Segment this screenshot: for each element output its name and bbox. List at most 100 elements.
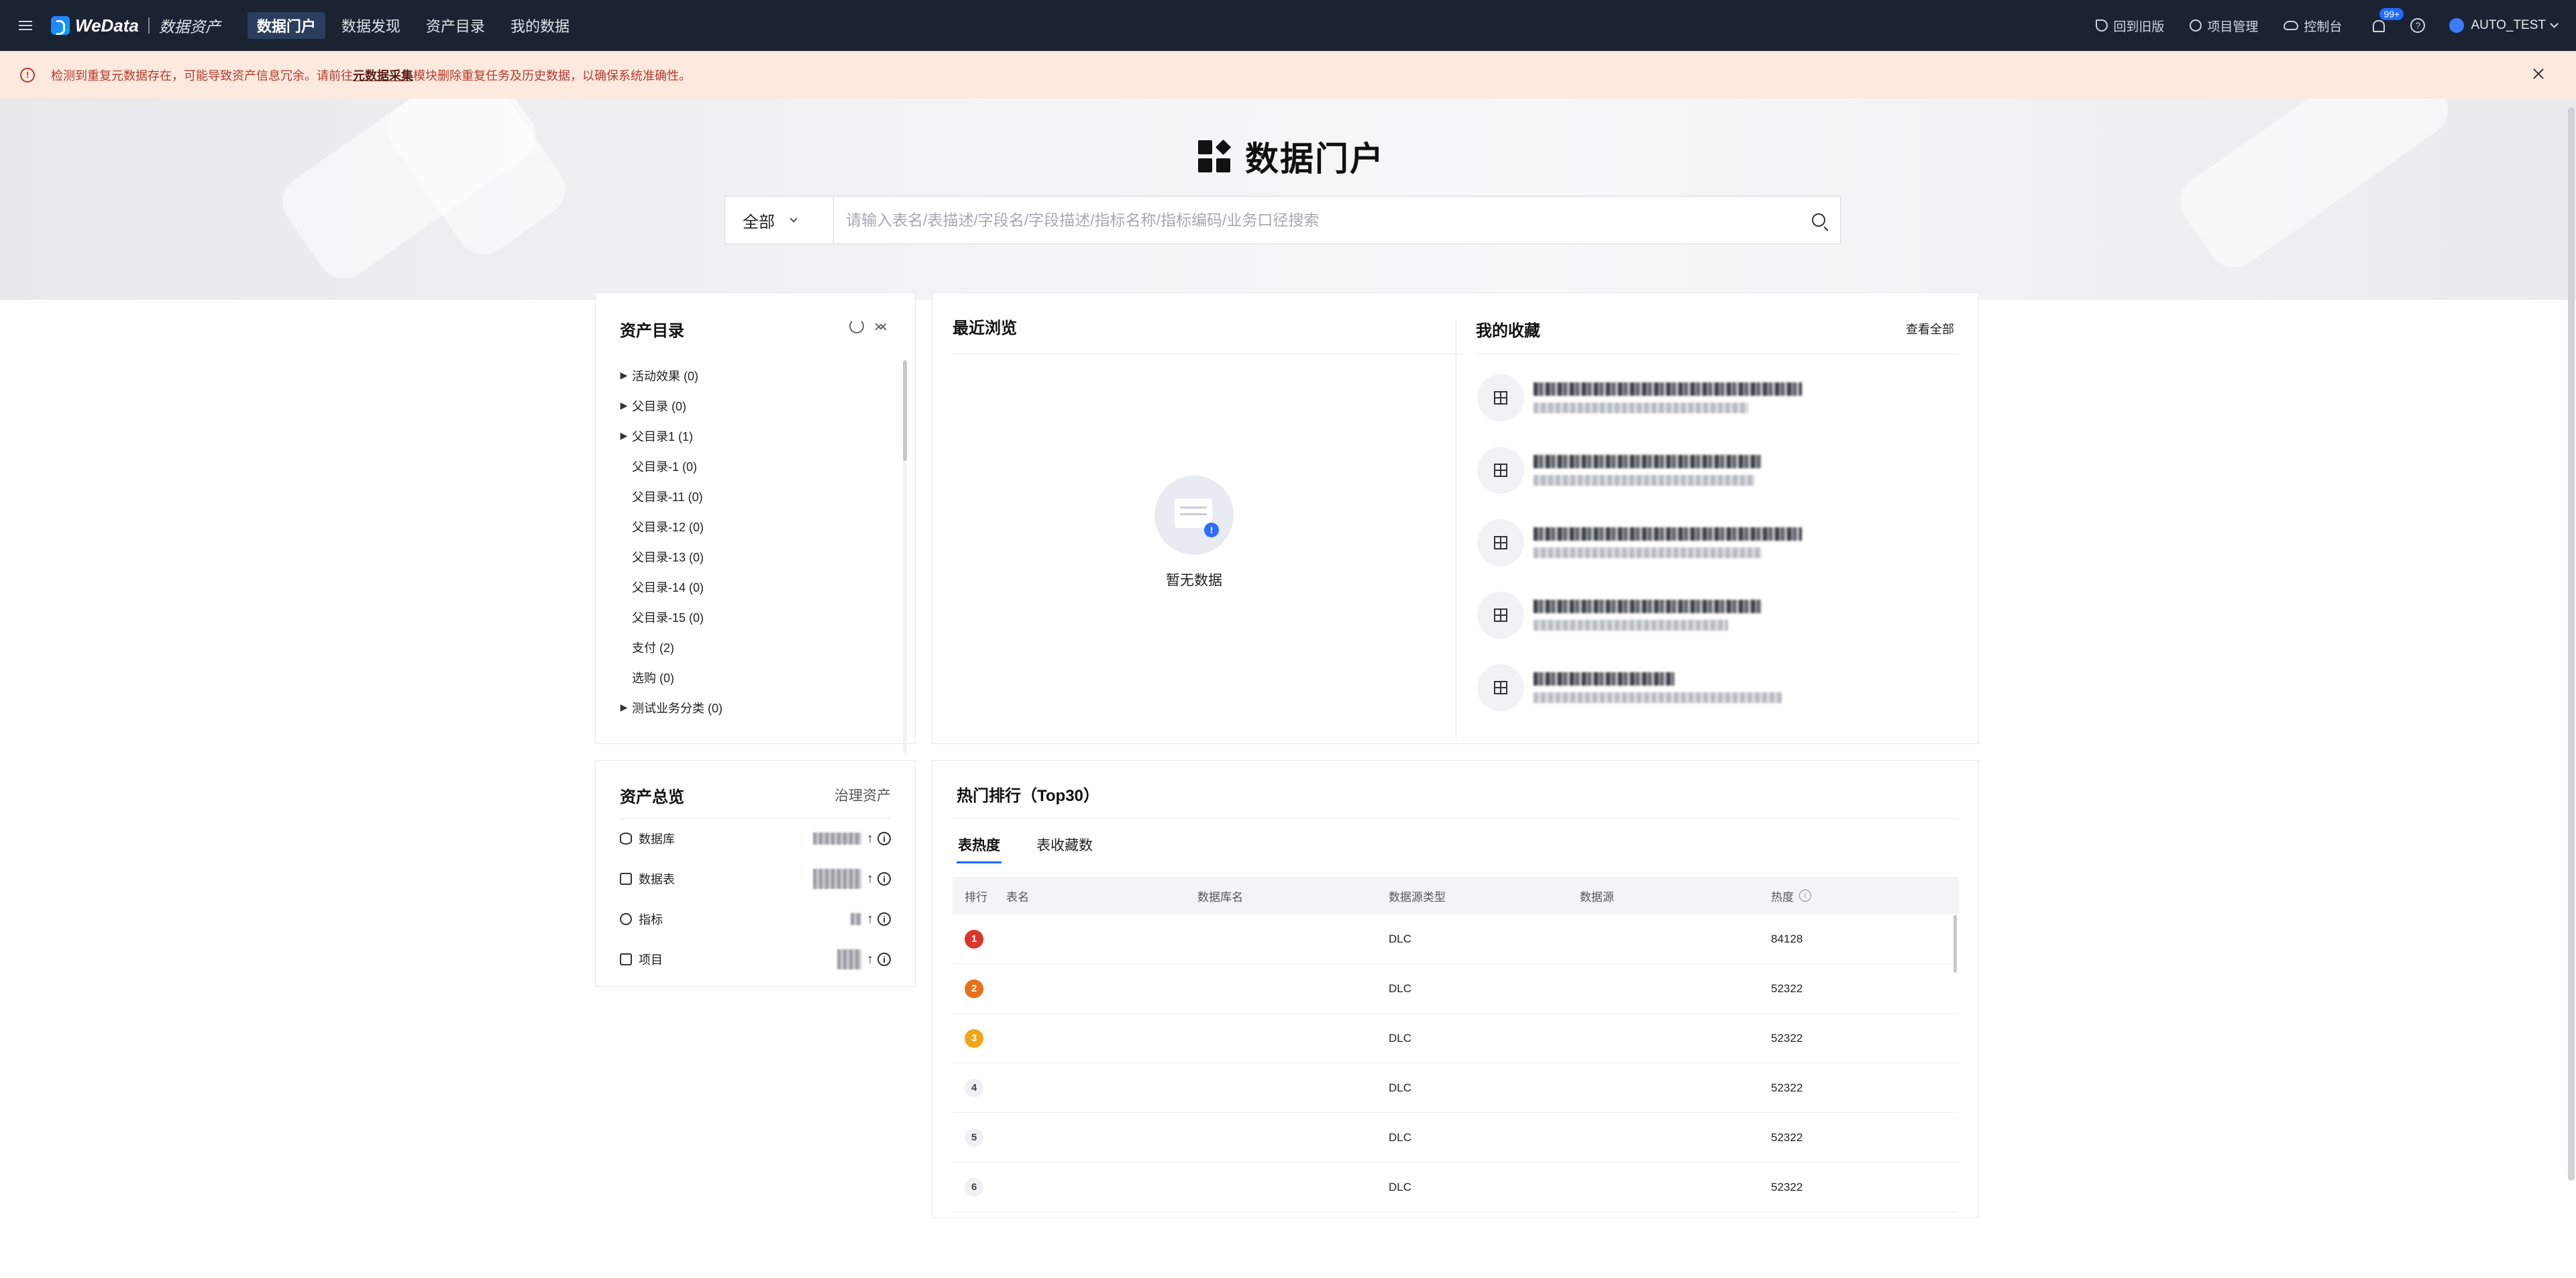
tree-item[interactable]: ▶ 父目录 (0) [616, 390, 898, 421]
table-scrollbar[interactable] [1953, 915, 1957, 973]
arrow-up-icon: ↑ [867, 871, 873, 886]
alert-text-before: 检测到重复元数据存在，可能导致资产信息冗余。请前往 [51, 68, 353, 83]
console-link[interactable]: 控制台 [2284, 17, 2342, 35]
info-icon[interactable]: i [1799, 890, 1811, 902]
tree-item-label: 父目录1 (1) [632, 429, 694, 443]
datasource-type: DLC [1389, 932, 1412, 945]
column-header: 数据源类型 [1389, 890, 1446, 904]
refresh-icon[interactable] [849, 319, 864, 333]
nav-tab-data-portal[interactable]: 数据门户 [247, 12, 325, 39]
datasource-type: DLC [1389, 1180, 1412, 1193]
tree-item-label: 父目录-13 (0) [632, 550, 704, 564]
table-row[interactable]: 4 DLC 52322 [953, 1063, 1959, 1113]
caret-right-icon[interactable]: ▶ [616, 702, 632, 713]
table-header: 排行 表名 数据库名 数据源类型 数据源 热度 i [953, 877, 1959, 914]
info-icon[interactable]: i [877, 832, 891, 845]
tree-item[interactable]: ▶父目录-12 (0) [616, 511, 898, 541]
asset-catalog-panel: 资产目录 ▶活动效果 (0) ▶父目录 (0) ▶父目录1 (1) ▶父目录-1… [595, 292, 916, 753]
blurred-value [813, 869, 861, 889]
table-row[interactable]: 3 DLC 52322 [953, 1014, 1959, 1063]
avatar [2449, 18, 2465, 33]
back-to-old-version-link[interactable]: 回到旧版 [2096, 17, 2164, 35]
hot-ranking-title: 热门排行（Top30） [957, 787, 1099, 805]
view-all-link[interactable]: 查看全部 [1906, 320, 1954, 337]
tree-item[interactable]: ▶ 测试业务分类 (0) [616, 692, 898, 723]
favorite-item[interactable] [1477, 515, 1826, 571]
metadata-collection-link[interactable]: 元数据采集 [353, 66, 413, 84]
portal-grid-icon [1198, 139, 1232, 172]
tree-item-label: 父目录-1 (0) [632, 460, 698, 474]
datasource-type: DLC [1389, 1081, 1412, 1094]
search-button[interactable] [1797, 197, 1840, 244]
tree-item[interactable]: ▶父目录-15 (0) [616, 602, 898, 632]
nav-tab-asset-catalog[interactable]: 资产目录 [417, 12, 494, 39]
arrow-up-icon: ↑ [867, 831, 873, 846]
empty-state-text: 暂无数据 [1166, 573, 1222, 588]
tree-item[interactable]: ▶选购 (0) [616, 662, 898, 692]
empty-state: ! 暂无数据 [1154, 476, 1234, 590]
info-icon[interactable]: i [877, 953, 891, 966]
favorite-item[interactable] [1477, 659, 1826, 716]
tree-item[interactable]: ▶ 父目录1 (1) [616, 421, 898, 451]
user-menu[interactable]: AUTO_TEST [2449, 18, 2559, 33]
collapse-all-icon[interactable] [873, 319, 888, 333]
tree-item-label: 父目录-11 (0) [632, 490, 703, 504]
warning-icon: ! [20, 67, 35, 83]
table-row[interactable]: 2 DLC 52322 [953, 964, 1959, 1014]
arrow-up-icon: ↑ [867, 951, 873, 967]
page-scrollbar[interactable] [2568, 107, 2575, 1181]
project-management-link[interactable]: 项目管理 [2190, 17, 2258, 35]
rank-badge: 5 [965, 1128, 983, 1147]
tree-item[interactable]: ▶父目录-13 (0) [616, 541, 898, 572]
tree-item[interactable]: ▶父目录-1 (0) [616, 451, 898, 481]
table-row[interactable]: 5 DLC 52322 [953, 1113, 1959, 1163]
favorite-item[interactable] [1477, 442, 1826, 498]
help-icon[interactable]: ? [2410, 18, 2426, 33]
favorite-item[interactable] [1477, 370, 1826, 426]
tree-item[interactable]: ▶支付 (2) [616, 632, 898, 662]
column-header: 表名 [1006, 890, 1029, 904]
info-icon[interactable]: i [877, 912, 891, 926]
catalog-tree: ▶活动效果 (0) ▶父目录 (0) ▶父目录1 (1) ▶父目录-1 (0) … [616, 360, 898, 736]
tab-table-heat[interactable]: 表热度 [957, 835, 1002, 863]
recent-and-favorites-panel: 最近浏览 ! 暂无数据 我的收藏 查看全部 [932, 292, 1979, 744]
tree-tools [840, 319, 888, 333]
brand[interactable]: WeData 数据资产 [51, 0, 221, 51]
hot-ranking-panel: 热门排行（Top30） 表热度 表收藏数 排行 表名 数据库名 数据源类型 数据… [932, 760, 1979, 1218]
overview-row-label: 项目 [639, 953, 663, 967]
tab-table-favorites[interactable]: 表收藏数 [1035, 835, 1094, 863]
favorite-item[interactable] [1477, 587, 1826, 643]
heat-value: 52322 [1771, 1130, 1803, 1144]
heat-value: 52322 [1771, 1081, 1803, 1094]
notification-bell-icon[interactable]: 99+ [2370, 8, 2404, 34]
tree-scrollbar[interactable] [903, 360, 907, 753]
info-icon[interactable]: i [877, 872, 891, 886]
govern-assets-link[interactable]: 治理资产 [835, 785, 891, 805]
tree-item[interactable]: ▶ 活动效果 (0) [616, 360, 898, 390]
table-row[interactable]: 6 DLC 52322 [953, 1163, 1959, 1212]
caret-right-icon[interactable]: ▶ [616, 400, 632, 411]
caret-right-icon[interactable]: ▶ [616, 370, 632, 381]
table-row[interactable]: 1 DLC 84128 [953, 914, 1959, 964]
overview-row-project: 项目 ↑ i [620, 946, 891, 973]
search-input[interactable] [834, 197, 1797, 244]
tree-item[interactable]: ▶父目录-14 (0) [616, 572, 898, 602]
tree-item-label: 父目录-12 (0) [632, 520, 704, 534]
gear-icon [2190, 19, 2202, 32]
close-icon[interactable] [2530, 66, 2546, 82]
nav-tab-data-discovery[interactable]: 数据发现 [332, 12, 410, 39]
cloud-icon [2284, 21, 2299, 30]
search-scope-select[interactable]: 全部 [725, 197, 834, 244]
hot-ranking-tabs: 表热度 表收藏数 [957, 835, 1128, 863]
tree-item-label: 测试业务分类 (0) [632, 701, 722, 715]
overview-row-database: 数据库 ↑ i [620, 825, 891, 852]
nav-tab-my-data[interactable]: 我的数据 [501, 12, 579, 39]
table-icon [1477, 447, 1524, 494]
brand-separator [148, 17, 150, 34]
caret-right-icon[interactable]: ▶ [616, 430, 632, 441]
rank-badge: 4 [965, 1078, 983, 1098]
tree-item[interactable]: ▶父目录-11 (0) [616, 481, 898, 511]
hamburger-menu-icon[interactable] [0, 0, 51, 51]
brand-subtitle: 数据资产 [158, 18, 221, 36]
blurred-value [837, 949, 861, 969]
